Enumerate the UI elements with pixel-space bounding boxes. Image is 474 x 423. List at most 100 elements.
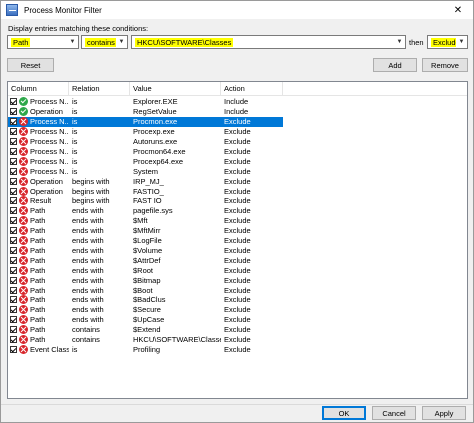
- enabled-checkbox[interactable]: [10, 276, 17, 284]
- chevron-down-icon[interactable]: ▼: [116, 36, 127, 48]
- enabled-checkbox[interactable]: [10, 138, 17, 146]
- table-row[interactable]: Operation is RegSetValue Include: [8, 107, 283, 117]
- table-row[interactable]: Path ends with $UpCase Exclude: [8, 315, 283, 325]
- column-text: Operation: [30, 107, 63, 117]
- column-header-action[interactable]: Action: [221, 82, 283, 96]
- table-row[interactable]: Path ends with $Mft Exclude: [8, 216, 283, 226]
- column-header-value[interactable]: Value: [130, 82, 221, 96]
- table-row[interactable]: Path ends with pagefile.sys Exclude: [8, 206, 283, 216]
- table-row[interactable]: Path ends with $Boot Exclude: [8, 285, 283, 295]
- enabled-checkbox[interactable]: [10, 147, 17, 155]
- table-row[interactable]: Process N... is Procexp64.exe Exclude: [8, 156, 283, 166]
- column-text: Path: [30, 305, 46, 315]
- action-cell: Exclude: [224, 156, 251, 166]
- filter-rules-table[interactable]: Column Relation Value Action Process N..…: [7, 81, 468, 399]
- value-cell: $Bitmap: [133, 275, 161, 285]
- table-row[interactable]: Path ends with $Bitmap Exclude: [8, 275, 283, 285]
- table-row[interactable]: Operation begins with IRP_MJ_ Exclude: [8, 176, 283, 186]
- column-cell: Process N...: [8, 117, 69, 127]
- table-row[interactable]: Path ends with $Volume Exclude: [8, 245, 283, 256]
- enabled-checkbox[interactable]: [10, 108, 17, 116]
- column-text: Path: [30, 325, 46, 335]
- value-cell: Procexp64.exe: [133, 156, 184, 166]
- value-input[interactable]: HKCU\SOFTWARE\Classes ▼: [131, 35, 406, 49]
- enabled-checkbox[interactable]: [10, 217, 17, 225]
- table-row[interactable]: Process N... is Procmon64.exe Exclude: [8, 146, 283, 157]
- table-row[interactable]: Path ends with $AttrDef Exclude: [8, 255, 283, 265]
- remove-button[interactable]: Remove: [422, 58, 468, 72]
- table-row[interactable]: Result begins with FAST IO Exclude: [8, 196, 283, 206]
- conditions-label: Display entries matching these condition…: [8, 24, 149, 33]
- action-cell: Exclude: [224, 325, 251, 335]
- action-cell: Exclude: [224, 344, 251, 354]
- cancel-button[interactable]: Cancel: [372, 406, 416, 420]
- enabled-checkbox[interactable]: [10, 237, 17, 245]
- action-cell: Exclude: [224, 166, 251, 176]
- table-row[interactable]: Process N... is System Exclude: [8, 166, 283, 176]
- table-row[interactable]: Event Class is Profiling Exclude: [8, 344, 283, 355]
- enabled-checkbox[interactable]: [10, 326, 17, 334]
- table-row[interactable]: Process N... is Procmon.exe Exclude: [8, 116, 283, 127]
- chevron-down-icon[interactable]: ▼: [456, 36, 467, 48]
- exclude-x-icon: [19, 236, 28, 246]
- enabled-checkbox[interactable]: [10, 128, 17, 136]
- value-cell: RegSetValue: [133, 107, 177, 117]
- apply-button[interactable]: Apply: [422, 406, 466, 420]
- action-cell: Exclude: [224, 335, 251, 345]
- enabled-checkbox[interactable]: [10, 345, 17, 353]
- chevron-down-icon[interactable]: ▼: [67, 36, 78, 48]
- action-select[interactable]: Exclude ▼: [427, 35, 468, 49]
- enabled-checkbox[interactable]: [10, 118, 17, 126]
- enabled-checkbox[interactable]: [10, 336, 17, 344]
- close-icon[interactable]: ✕: [443, 1, 473, 19]
- table-row[interactable]: Path ends with $BadClus Exclude: [8, 295, 283, 305]
- relation-select[interactable]: contains ▼: [81, 35, 128, 49]
- enabled-checkbox[interactable]: [10, 207, 17, 215]
- relation-cell: ends with: [72, 236, 104, 246]
- table-row[interactable]: Path ends with $Secure Exclude: [8, 305, 283, 315]
- column-header-column[interactable]: Column: [8, 82, 69, 96]
- table-header: Column Relation Value Action: [8, 82, 467, 96]
- column-select[interactable]: Path ▼: [7, 35, 79, 49]
- table-row[interactable]: Process N... is Autoruns.exe Exclude: [8, 137, 283, 147]
- enabled-checkbox[interactable]: [10, 296, 17, 304]
- enabled-checkbox[interactable]: [10, 266, 17, 274]
- table-row[interactable]: Operation begins with FASTIO_ Exclude: [8, 186, 283, 196]
- table-row[interactable]: Path ends with $Root Exclude: [8, 265, 283, 275]
- relation-cell: is: [72, 166, 78, 176]
- column-cell: Path: [8, 245, 69, 255]
- enabled-checkbox[interactable]: [10, 306, 17, 314]
- enabled-checkbox[interactable]: [10, 187, 17, 195]
- enabled-checkbox[interactable]: [10, 256, 17, 264]
- enabled-checkbox[interactable]: [10, 316, 17, 324]
- reset-button[interactable]: Reset: [7, 58, 54, 72]
- exclude-x-icon: [19, 156, 28, 166]
- add-button[interactable]: Add: [373, 58, 417, 72]
- enabled-checkbox[interactable]: [10, 157, 17, 165]
- enabled-checkbox[interactable]: [10, 286, 17, 294]
- column-select-value: Path: [11, 37, 31, 47]
- enabled-checkbox[interactable]: [10, 98, 17, 106]
- column-text: Process N...: [30, 166, 69, 176]
- table-row[interactable]: Path contains $Extend Exclude: [8, 325, 283, 335]
- window-title: Process Monitor Filter: [24, 5, 102, 15]
- table-row[interactable]: Path ends with $LogFile Exclude: [8, 236, 283, 246]
- value-cell: Procmon.exe: [133, 117, 178, 127]
- enabled-checkbox[interactable]: [10, 177, 17, 185]
- action-cell: Exclude: [224, 315, 251, 325]
- enabled-checkbox[interactable]: [10, 246, 17, 254]
- table-row[interactable]: Path ends with $MftMirr Exclude: [8, 226, 283, 236]
- enabled-checkbox[interactable]: [10, 227, 17, 235]
- exclude-x-icon: [19, 186, 28, 196]
- enabled-checkbox[interactable]: [10, 197, 17, 205]
- chevron-down-icon[interactable]: ▼: [394, 36, 405, 48]
- enabled-checkbox[interactable]: [10, 167, 17, 175]
- table-row[interactable]: Process N... is Explorer.EXE Include: [8, 97, 283, 107]
- column-header-relation[interactable]: Relation: [69, 82, 130, 96]
- value-cell: $AttrDef: [133, 255, 161, 265]
- ok-button[interactable]: OK: [322, 406, 366, 420]
- value-cell: FAST IO: [133, 196, 162, 206]
- value-cell: $MftMirr: [133, 226, 161, 236]
- table-row[interactable]: Process N... is Procexp.exe Exclude: [8, 127, 283, 137]
- table-row[interactable]: Path contains HKCU\SOFTWARE\Classes Exclude: [8, 335, 283, 345]
